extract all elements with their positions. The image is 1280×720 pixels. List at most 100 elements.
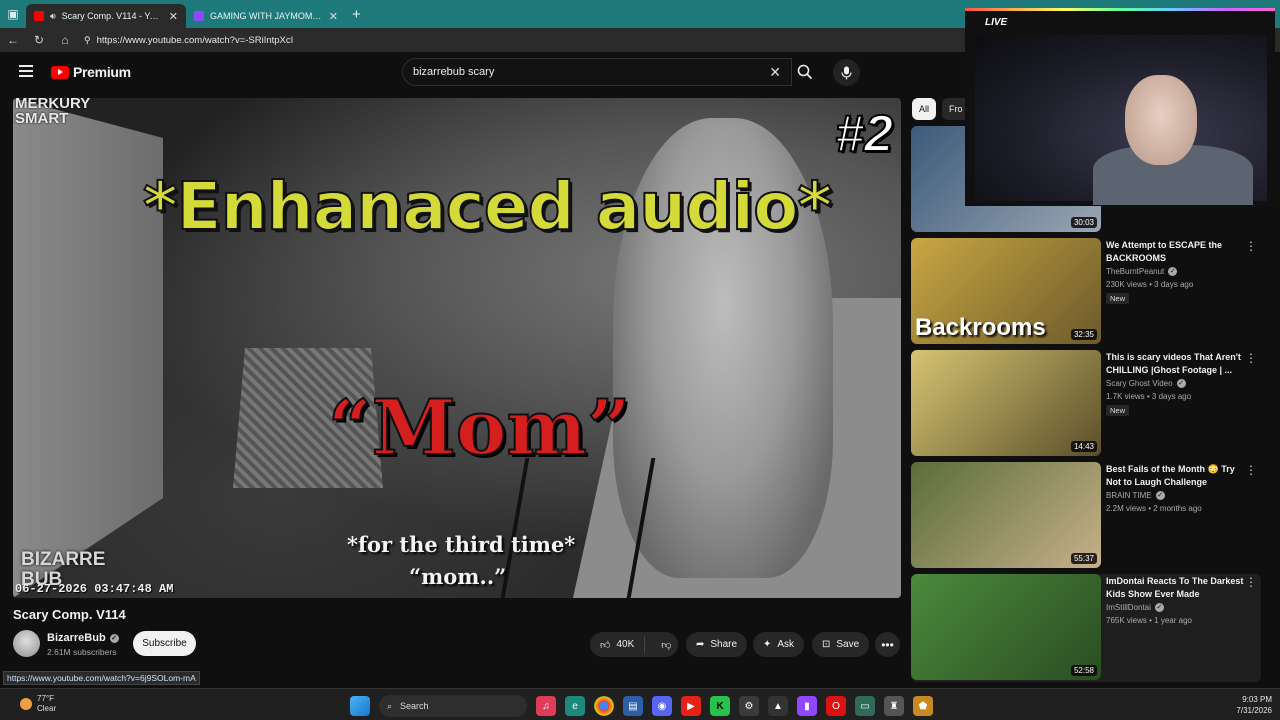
channel-name-text: BRAIN TIME (1106, 491, 1152, 500)
twitch-favicon-icon (194, 11, 204, 21)
more-vertical-icon[interactable]: ⋮ (1245, 463, 1257, 477)
weather-widget[interactable]: 77°F Clear (20, 694, 56, 714)
like-button[interactable]: 👍︎ 40K (590, 636, 646, 653)
edge-icon[interactable]: e (565, 696, 585, 716)
overlay-headline: *Enhanaced audio* (142, 167, 833, 246)
verified-icon: ✓ (109, 633, 119, 643)
game-icon[interactable]: ♜ (884, 696, 904, 716)
settings-icon[interactable]: ⚙ (739, 696, 759, 716)
system-clock[interactable]: 9:03 PM 7/31/2026 (1236, 694, 1272, 716)
video-meta: 2.2M views • 2 months ago (1106, 504, 1202, 513)
verified-icon: ✓ (1154, 603, 1164, 612)
video-thumbnail[interactable]: 14:43 (911, 350, 1101, 456)
youtube-favicon-icon (34, 11, 44, 21)
moon-weather-icon (20, 698, 32, 710)
store-icon[interactable]: ▤ (623, 696, 643, 716)
close-tab-icon[interactable]: ✕ (169, 10, 178, 23)
start-icon[interactable] (350, 696, 370, 716)
video-title[interactable]: We Attempt to ESCAPE the BACKROOMS (1106, 239, 1246, 265)
youtube-header: Premium bizarrebub scary ✕ (0, 52, 965, 92)
site-info-icon[interactable]: ⚲ (84, 35, 91, 46)
streamer-facecam: LIVE (965, 8, 1275, 206)
channel-name[interactable]: TheBurntPeanut ✓ (1106, 267, 1178, 276)
youtube-logo[interactable]: Premium (51, 64, 131, 80)
url-text: https://www.youtube.com/watch?v=-SRiIntp… (96, 34, 294, 46)
share-icon: ➦ (696, 639, 705, 650)
channel-name-text: Scary Ghost Video (1106, 379, 1173, 388)
tab-youtube[interactable]: 🔊︎ Scary Comp. V114 - YouTube ✕ (26, 4, 186, 28)
channel-name[interactable]: ImStillDontai ✓ (1106, 603, 1164, 612)
workspaces-icon[interactable]: ▣ (0, 0, 26, 28)
voice-search-button[interactable] (833, 59, 860, 86)
tab-twitch[interactable]: GAMING WITH JAYMOMMY - Twi ✕ (186, 4, 346, 28)
tab-title: Scary Comp. V114 - YouTube (61, 11, 163, 21)
overlay-caption: “mom..” (409, 564, 507, 589)
clock-time: 9:03 PM (1242, 695, 1272, 704)
video-meta: 1.7K views • 3 days ago (1106, 392, 1192, 401)
more-vertical-icon[interactable]: ⋮ (1245, 351, 1257, 365)
video-duration: 52:58 (1070, 665, 1097, 676)
channel-avatar[interactable] (13, 630, 40, 657)
ask-label: Ask (777, 639, 795, 650)
video-thumbnail[interactable]: Backrooms 32:35 (911, 238, 1101, 344)
discord-icon[interactable]: ◉ (652, 696, 672, 716)
channel-name[interactable]: Scary Ghost Video ✓ (1106, 379, 1186, 388)
recommended-video[interactable]: 52:58 ImDontai Reacts To The Darkest Kids… (911, 574, 1261, 682)
overlay-word: “Mom” (327, 382, 632, 473)
video-frame-door (13, 98, 163, 598)
refresh-icon[interactable]: ↻ (32, 33, 46, 47)
kick-icon[interactable]: K (710, 696, 730, 716)
url-field[interactable]: ⚲ https://www.youtube.com/watch?v=-SRiIn… (84, 35, 293, 46)
music-app-icon[interactable]: ♫ (536, 696, 556, 716)
video-title[interactable]: This is scary videos That Aren't CHILLIN… (1106, 351, 1246, 377)
video-title[interactable]: ImDontai Reacts To The Darkest Kids Show… (1106, 575, 1246, 601)
channel-name[interactable]: BRAIN TIME ✓ (1106, 491, 1165, 500)
home-icon[interactable]: ⌂ (58, 33, 72, 47)
youtube-app-icon[interactable]: ▶ (681, 696, 701, 716)
app-icon[interactable]: ▲ (768, 696, 788, 716)
channel-name-text: ImStillDontai (1106, 603, 1151, 612)
dislike-button[interactable]: 👎︎ (651, 639, 681, 651)
video-thumbnail[interactable]: 55:37 (911, 462, 1101, 568)
back-arrow-icon[interactable]: ← (6, 33, 20, 47)
like-count: 40K (616, 639, 635, 650)
save-button[interactable]: ⊡ Save (812, 632, 870, 657)
twitch-icon[interactable]: ▮ (797, 696, 817, 716)
verified-icon: ✓ (1155, 491, 1165, 500)
live-label: LIVE (985, 17, 1008, 28)
speaker-icon[interactable]: 🔊︎ (50, 11, 56, 22)
clear-search-icon[interactable]: ✕ (769, 64, 781, 81)
chrome-icon[interactable] (594, 696, 614, 716)
share-button[interactable]: ➦ Share (686, 632, 748, 657)
taskbar-search-label: Search (400, 701, 429, 711)
channel-name[interactable]: BizarreBub ✓ (47, 632, 119, 644)
video-meta: 230K views • 3 days ago (1106, 280, 1194, 289)
video-player[interactable]: MERKURY SMART #2 *Enhanaced audio* “Mom”… (13, 98, 901, 598)
chip-all[interactable]: All (912, 98, 937, 120)
menu-icon[interactable] (19, 65, 33, 77)
recommended-video[interactable]: 14:43 This is scary videos That Aren't CH… (911, 350, 1261, 458)
more-vertical-icon[interactable]: ⋮ (1245, 575, 1257, 589)
search-query: bizarrebub scary (413, 66, 495, 78)
video-thumbnail[interactable]: 52:58 (911, 574, 1101, 680)
facecam-video (975, 35, 1267, 205)
search-button[interactable] (790, 58, 820, 86)
folder-icon[interactable]: ▭ (855, 696, 875, 716)
recommended-video[interactable]: Backrooms 32:35 We Attempt to ESCAPE the B… (911, 238, 1261, 346)
taskbar-search[interactable]: ⌕ Search (379, 695, 527, 717)
search-input[interactable]: bizarrebub scary ✕ (402, 58, 792, 86)
subscribe-button[interactable]: Subscribe (133, 631, 196, 656)
more-actions-button[interactable]: ••• (875, 632, 900, 657)
shield-icon[interactable]: ⬟ (913, 696, 933, 716)
video-duration: 30:03 (1070, 217, 1097, 228)
ask-button[interactable]: ✦ Ask (753, 632, 805, 657)
link-preview-status: https://www.youtube.com/watch?v=6j9SOLom… (3, 671, 200, 685)
new-tab-icon[interactable]: + (352, 6, 361, 23)
sparkle-icon: ✦ (763, 639, 772, 650)
video-title[interactable]: Best Fails of the Month 😳 Try Not to Lau… (1106, 463, 1246, 489)
more-vertical-icon[interactable]: ⋮ (1245, 239, 1257, 253)
windows-taskbar: 77°F Clear ⌕ Search ♫ e ▤ ◉ ▶ K ⚙ ▲ ▮ O … (0, 688, 1280, 720)
close-tab-icon[interactable]: ✕ (329, 10, 338, 23)
recommended-video[interactable]: 55:37 Best Fails of the Month 😳 Try Not t… (911, 462, 1261, 570)
opera-icon[interactable]: O (826, 696, 846, 716)
